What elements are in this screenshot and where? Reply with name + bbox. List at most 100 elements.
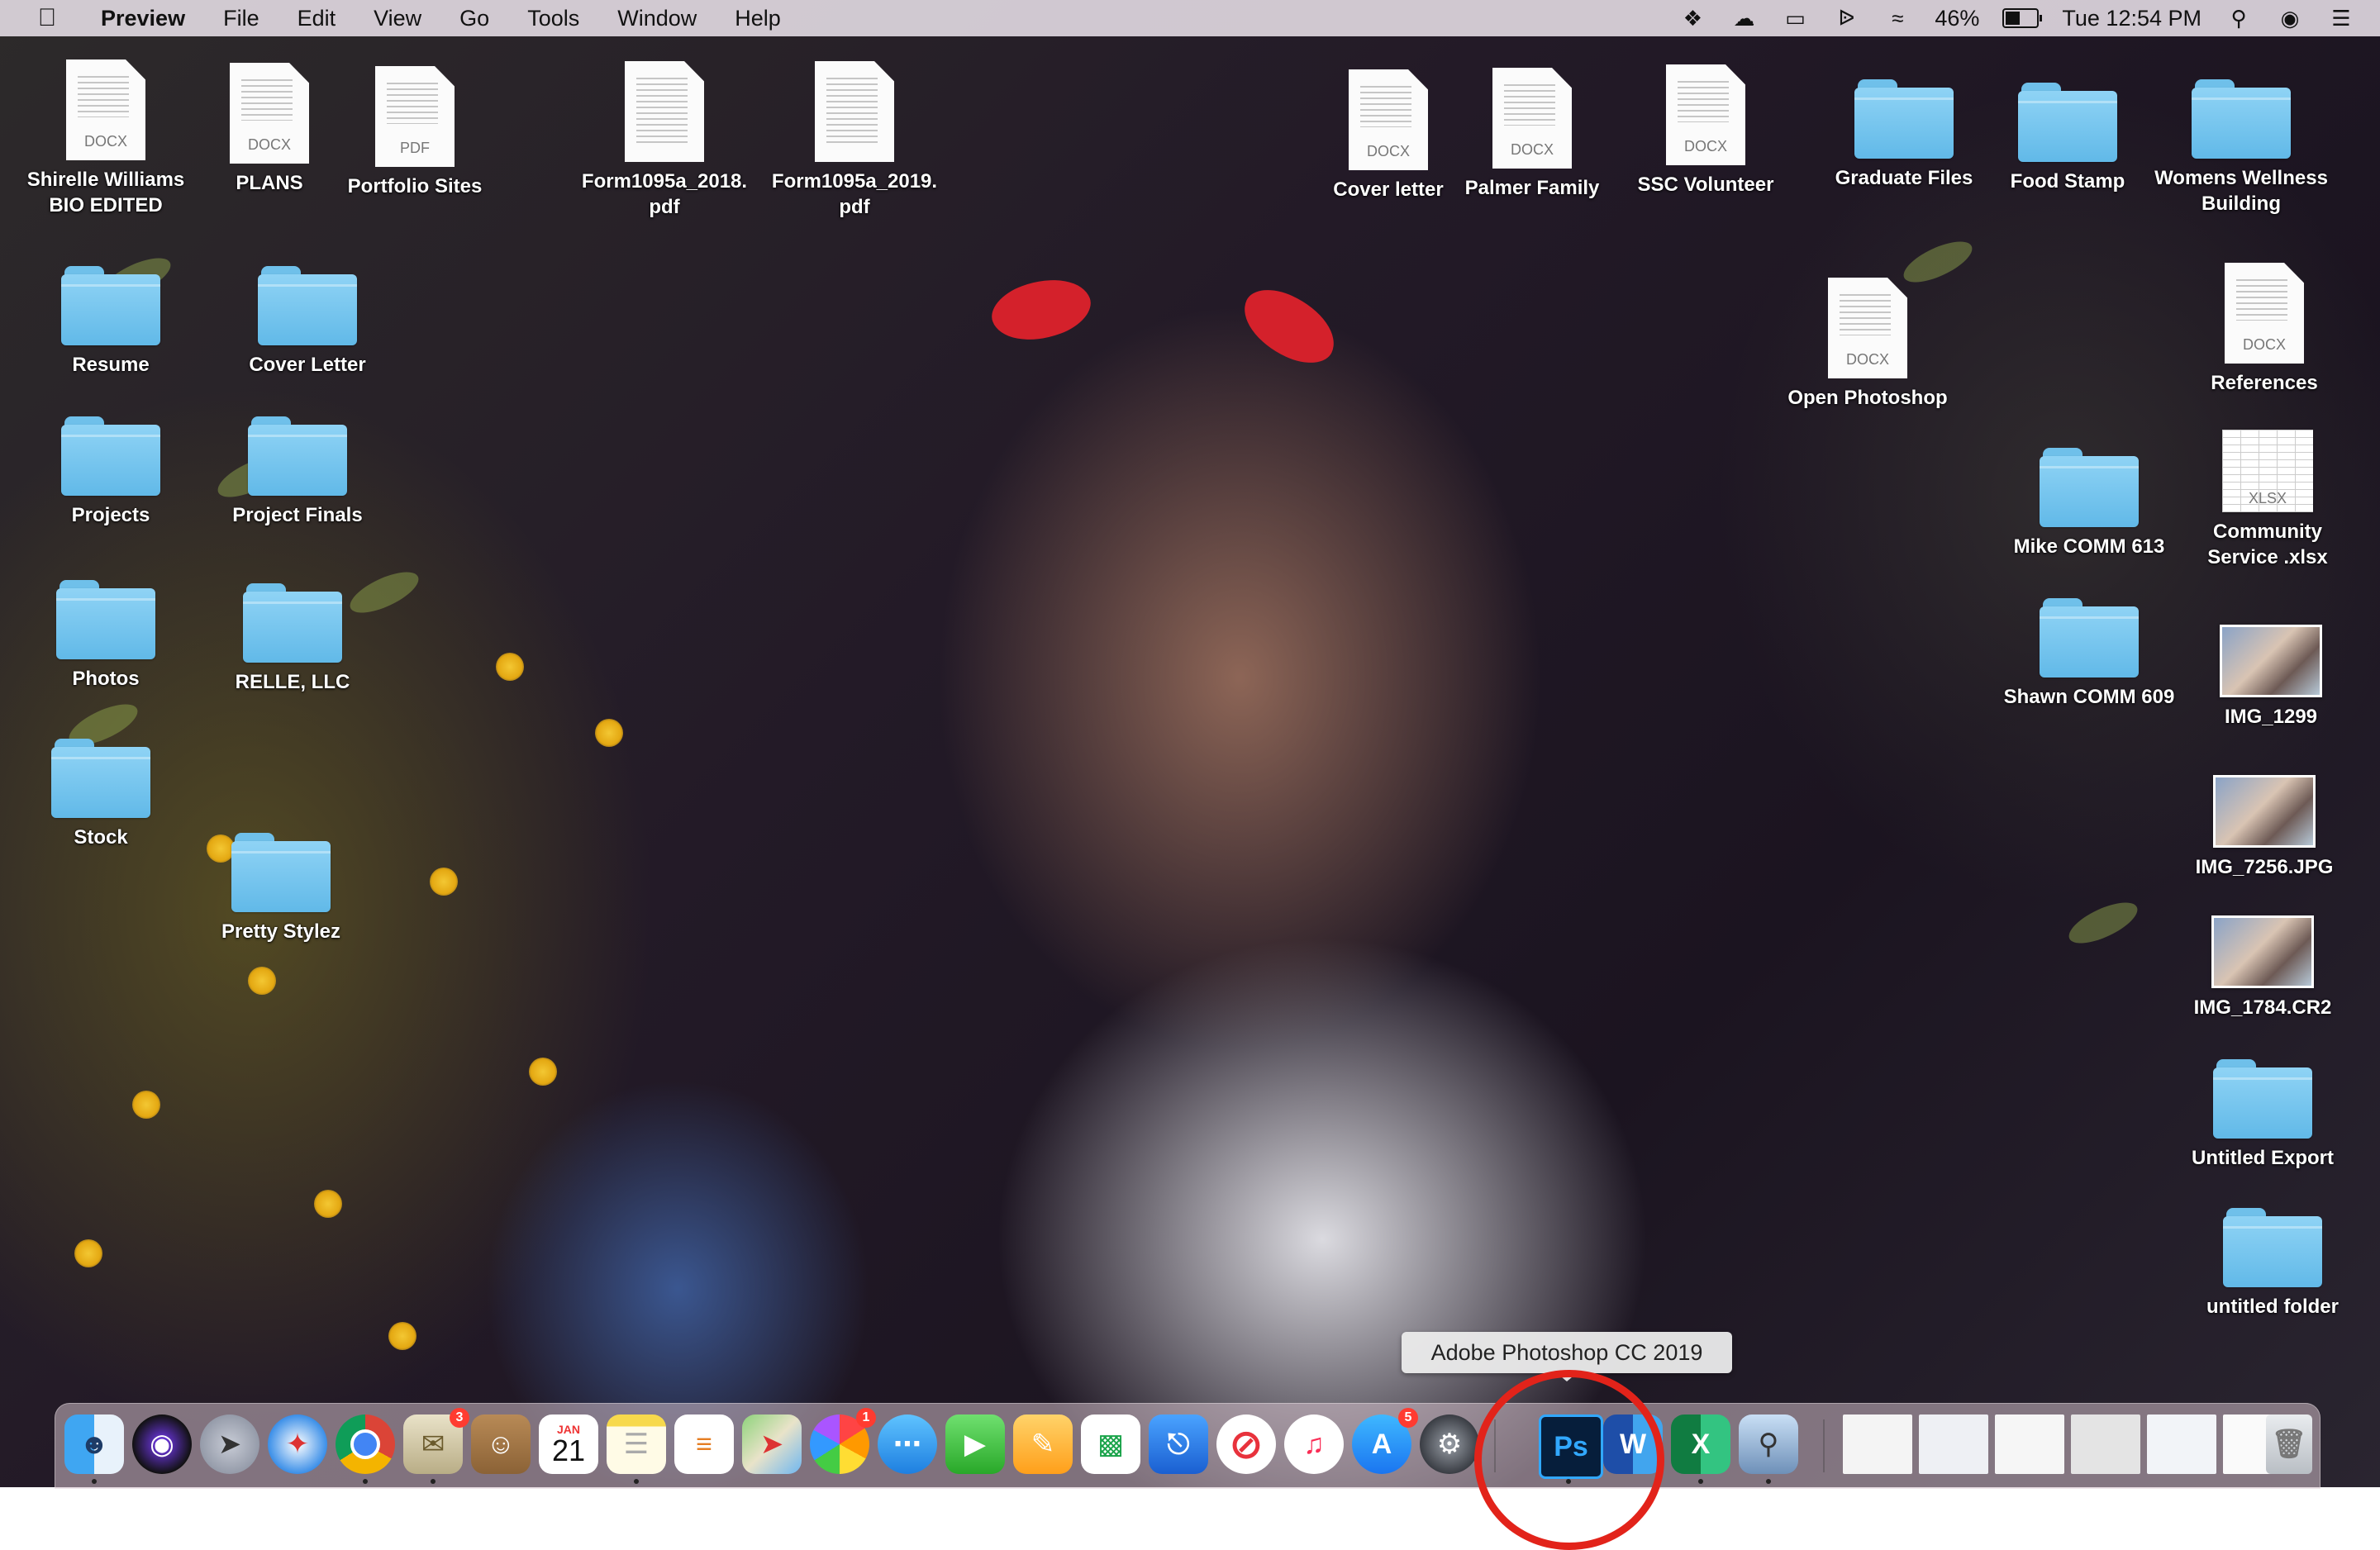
notes-icon[interactable]: ☰ [607, 1414, 666, 1474]
maps-icon[interactable]: ➤ [742, 1414, 802, 1474]
bluetooth-icon[interactable]: ᐉ [1832, 6, 1860, 31]
desktop-item-label: Palmer Family [1464, 177, 1600, 199]
docx-file-icon: DOCX [1349, 69, 1428, 170]
desktop-item-palmer-family[interactable]: DOCX Palmer Family [1433, 68, 1631, 201]
desktop-item-photos[interactable]: Photos [7, 580, 205, 692]
menu-window[interactable]: Window [617, 6, 697, 31]
calendar-icon[interactable]: JAN 21 [539, 1414, 598, 1474]
wifi-icon[interactable]: ≈ [1883, 6, 1911, 31]
minimized-window-thumbnail[interactable] [2071, 1414, 2140, 1474]
mail-icon[interactable]: ✉ 3 [403, 1408, 469, 1474]
apple-menu-icon[interactable]:  [33, 4, 61, 32]
numbers-icon[interactable]: ▩ [1081, 1414, 1140, 1474]
desktop-item-womens-wellness[interactable]: Womens Wellness Building [2142, 79, 2340, 216]
desktop-wallpaper [0, 0, 2380, 1487]
running-indicator [634, 1479, 639, 1484]
desktop-item-untitled-folder[interactable]: untitled folder [2173, 1208, 2372, 1319]
facetime-icon[interactable]: ▶ [945, 1414, 1005, 1474]
menu-file[interactable]: File [223, 6, 259, 31]
chrome-icon[interactable] [336, 1414, 395, 1474]
spotlight-search-icon[interactable]: ⚲ [2225, 6, 2253, 31]
dock-divider [1823, 1419, 1825, 1472]
desktop-item-label: Pretty Stylez [221, 920, 341, 943]
pdf-file-icon [815, 61, 894, 162]
desktop-item-label: Project Finals [232, 504, 363, 526]
desktop-item-project-finals[interactable]: Project Finals [198, 416, 397, 528]
minimized-window-thumbnail[interactable] [1919, 1414, 1988, 1474]
desktop-item-label: Womens Wellness Building [2154, 167, 2328, 215]
preview-icon[interactable]: ⚲ [1739, 1414, 1798, 1474]
desktop-item-untitled-export[interactable]: Untitled Export [2163, 1059, 2362, 1171]
pages-icon[interactable]: ✎ [1013, 1414, 1073, 1474]
image-thumbnail [2211, 915, 2314, 988]
menu-tools[interactable]: Tools [527, 6, 579, 31]
creative-cloud-icon[interactable]: ☁ [1730, 6, 1758, 31]
keynote-icon[interactable]: ⎋ [1149, 1414, 1208, 1474]
wallpaper-flower [132, 1091, 160, 1119]
siri-menu-icon[interactable]: ◉ [2276, 6, 2304, 31]
desktop-item-resume[interactable]: Resume [12, 266, 210, 378]
clock[interactable]: Tue 12:54 PM [2062, 6, 2202, 31]
docx-file-icon: DOCX [66, 59, 145, 160]
desktop-item-references[interactable]: DOCX References [2165, 263, 2363, 396]
menu-go[interactable]: Go [459, 6, 489, 31]
wallpaper-flower [430, 868, 458, 896]
desktop-item-projects[interactable]: Projects [12, 416, 210, 528]
desktop-item-label: IMG_7256.JPG [2195, 856, 2334, 878]
desktop-item-form1095a-2019[interactable]: Form1095a_2019. pdf [755, 61, 954, 220]
wallpaper-flower [595, 719, 623, 747]
minimized-window-thumbnail[interactable] [1843, 1414, 1912, 1474]
trash-icon[interactable]: 🗑 [2266, 1414, 2312, 1474]
safari-icon[interactable]: ✦ [268, 1414, 327, 1474]
desktop-item-label: Projects [71, 504, 150, 526]
menu-app-name[interactable]: Preview [101, 6, 185, 31]
news-icon[interactable]: ⊘ [1216, 1414, 1276, 1474]
desktop-item-form1095a-2018[interactable]: Form1095a_2018. pdf [565, 61, 764, 220]
folder-icon [51, 739, 150, 818]
desktop-item-stock[interactable]: Stock [2, 739, 200, 850]
desktop-item-label: untitled folder [2206, 1296, 2339, 1318]
desktop-item-shawn-comm-609[interactable]: Shawn COMM 609 [1990, 598, 2188, 710]
folder-icon [2192, 79, 2291, 159]
battery-percent[interactable]: 46% [1935, 6, 1979, 31]
desktop-item-pretty-stylez[interactable]: Pretty Stylez [182, 833, 380, 944]
desktop-item-label: Form1095a_2019. pdf [771, 170, 938, 218]
desktop-item-portfolio-sites[interactable]: PDF Portfolio Sites [316, 66, 514, 199]
menu-bar:  Preview File Edit View Go Tools Window… [0, 0, 2380, 36]
calendar-day: 21 [551, 1434, 586, 1467]
excel-icon[interactable]: X [1671, 1414, 1730, 1474]
desktop-item-img-7256[interactable]: IMG_7256.JPG [2165, 775, 2363, 880]
notification-center-icon[interactable]: ☰ [2327, 6, 2355, 31]
appstore-icon[interactable]: A5 [1352, 1408, 1418, 1474]
desktop-item-relle-llc[interactable]: RELLE, LLC [193, 583, 392, 695]
airplay-icon[interactable]: ▭ [1781, 6, 1809, 31]
reminders-icon[interactable]: ≡ [674, 1414, 734, 1474]
desktop-item-cover-letter-folder[interactable]: Cover Letter [208, 266, 407, 378]
desktop-item-img-1784[interactable]: IMG_1784.CR2 [2163, 915, 2362, 1020]
image-thumbnail [2213, 775, 2316, 848]
desktop-item-img-1299[interactable]: IMG_1299 [2172, 625, 2370, 730]
desktop-item-community-service[interactable]: XLSX Community Service .xlsx [2168, 430, 2367, 570]
messages-icon[interactable]: ⋯ [878, 1414, 937, 1474]
siri-icon[interactable]: ◉ [132, 1414, 192, 1474]
desktop-item-open-photoshop[interactable]: DOCX Open Photoshop [1768, 278, 1967, 411]
finder-icon[interactable]: ☻ [64, 1414, 124, 1474]
dock-tooltip: Adobe Photoshop CC 2019 [1402, 1332, 1732, 1381]
desktop-item-mike-comm-613[interactable]: Mike COMM 613 [1990, 448, 2188, 559]
minimized-window-thumbnail[interactable] [2147, 1414, 2216, 1474]
desktop-item-food-stamp[interactable]: Food Stamp [1968, 83, 2167, 194]
desktop-item-ssc-volunteer[interactable]: DOCX SSC Volunteer [1606, 64, 1805, 197]
launchpad-icon[interactable]: ➤ [200, 1414, 259, 1474]
minimized-window-thumbnail[interactable] [1995, 1414, 2064, 1474]
music-icon[interactable]: ♫ [1284, 1414, 1344, 1474]
contacts-icon[interactable]: ☺ [471, 1414, 531, 1474]
menu-view[interactable]: View [374, 6, 421, 31]
photos-icon[interactable]: 1 [810, 1408, 876, 1474]
folder-icon [243, 583, 342, 663]
menu-help[interactable]: Help [735, 6, 781, 31]
photos-badge: 1 [856, 1408, 876, 1428]
battery-icon[interactable] [2002, 8, 2043, 28]
system-preferences-icon[interactable]: ⚙ [1420, 1414, 1479, 1474]
menu-edit[interactable]: Edit [298, 6, 336, 31]
dropbox-icon[interactable]: ❖ [1678, 6, 1706, 31]
